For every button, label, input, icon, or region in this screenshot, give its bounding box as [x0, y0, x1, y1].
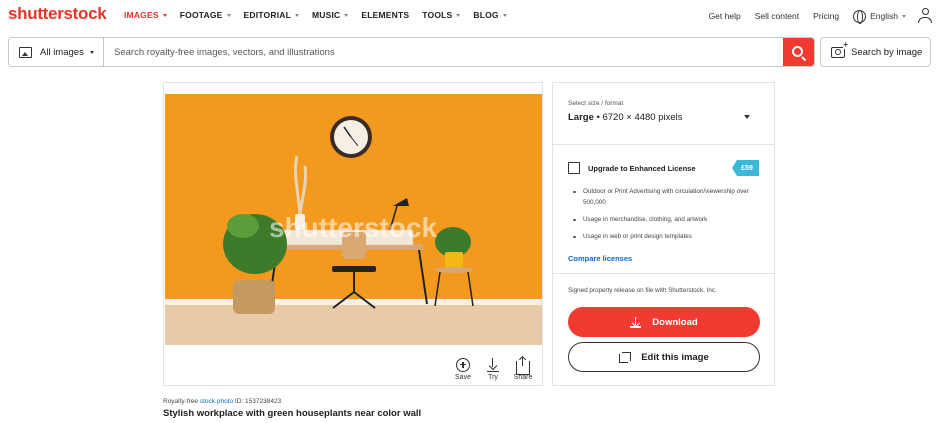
nav-item-tools[interactable]: TOOLS: [422, 10, 461, 20]
stock-photo-illustration: shutterstock: [165, 94, 542, 345]
pricing-link[interactable]: Pricing: [813, 11, 839, 21]
chevron-down-icon: [89, 50, 94, 54]
benefit-item: Usage in web or print design templates: [573, 231, 758, 242]
nav-item-images[interactable]: IMAGES: [124, 10, 167, 20]
download-icon-base: [630, 326, 642, 328]
enhanced-license-checkbox[interactable]: [568, 162, 580, 174]
edit-label: Edit this image: [641, 351, 709, 363]
language-label: English: [870, 11, 898, 21]
image-title: Stylish workplace with green houseplants…: [163, 408, 422, 419]
shutterstock-logo[interactable]: shutterstock: [8, 4, 107, 24]
nav-item-elements-label: ELEMENTS: [361, 10, 410, 20]
size-detail: • 6720 × 4480 pixels: [593, 112, 683, 123]
language-selector[interactable]: English: [853, 9, 906, 24]
save-label: Save: [455, 374, 471, 381]
search-icon: [792, 45, 803, 57]
chevron-down-icon: [502, 13, 507, 17]
baseboard: [165, 299, 542, 305]
nav-item-music-label: MUSIC: [311, 10, 341, 20]
search-button[interactable]: [783, 38, 814, 66]
account-icon-body: [918, 17, 932, 23]
nav-item-tools-label: TOOLS: [422, 10, 453, 20]
chevron-down-icon[interactable]: [744, 115, 750, 119]
get-help-link[interactable]: Get help: [709, 11, 741, 21]
top-navigation: shutterstock IMAGES FOOTAGE EDITORIAL MU…: [0, 0, 940, 30]
divider: [553, 273, 774, 274]
globe-icon: [853, 9, 867, 24]
nav-item-footage-label: FOOTAGE: [179, 10, 223, 20]
wicker-basket: [233, 280, 275, 314]
chevron-down-icon: [294, 13, 299, 17]
chevron-down-icon: [226, 13, 231, 17]
chair-seat: [332, 266, 376, 272]
crop-icon: [619, 351, 632, 363]
image-meta: Royalty-free stock photo ID: 1537238423: [163, 398, 281, 405]
price-badge: £59: [732, 160, 759, 176]
chevron-down-icon: [344, 13, 349, 17]
nav-item-editorial[interactable]: EDITORIAL: [244, 10, 299, 20]
share-label: Share: [513, 374, 533, 381]
stock-photo[interactable]: shutterstock: [165, 94, 542, 345]
compare-licenses-link[interactable]: Compare licenses: [568, 254, 632, 263]
yellow-pot: [445, 252, 463, 268]
divider: [553, 144, 774, 145]
enhanced-license-label[interactable]: Upgrade to Enhanced License: [588, 164, 696, 173]
nav-item-editorial-label: EDITORIAL: [243, 10, 291, 20]
add-circle-icon: [456, 358, 470, 372]
image-actions: Save Try Share: [448, 356, 538, 381]
chevron-down-icon: [902, 14, 906, 18]
license-benefits-list: Outdoor or Print Advertising with circul…: [573, 186, 758, 248]
download-icon: [630, 316, 642, 328]
try-button[interactable]: Try: [478, 358, 508, 381]
benefit-item: Outdoor or Print Advertising with circul…: [573, 186, 758, 208]
purchase-panel: Select size / format Large • 6720 × 4480…: [552, 82, 775, 386]
image-icon: [19, 46, 32, 58]
watermark-text: shutterstock: [269, 212, 437, 243]
utility-menu: Get help Sell content Pricing English: [695, 8, 932, 24]
search-input[interactable]: [104, 38, 783, 66]
property-release-note: Signed property release on file with Shu…: [568, 287, 717, 294]
camera-icon: [831, 40, 848, 58]
meta-prefix: Royalty-free: [163, 398, 199, 405]
image-id: ID: 1537238423: [234, 398, 282, 405]
nav-item-blog[interactable]: BLOG: [473, 10, 507, 20]
plant-leaves-left-highlight: [227, 214, 259, 238]
nav-item-images-label: IMAGES: [124, 10, 159, 20]
size-name: Large: [568, 112, 594, 123]
share-button[interactable]: Share: [508, 356, 538, 381]
edit-image-button[interactable]: Edit this image: [568, 342, 760, 372]
download-label: Download: [652, 316, 698, 328]
download-icon-base: [487, 370, 499, 372]
size-selector[interactable]: Large • 6720 × 4480 pixels: [568, 112, 683, 123]
download-button[interactable]: Download: [568, 307, 760, 337]
search-bar: All images: [8, 37, 815, 67]
chevron-down-icon: [456, 13, 461, 17]
main-menu: IMAGES FOOTAGE EDITORIAL MUSIC ELEMENTS …: [124, 10, 520, 20]
image-preview-card: shutterstock Save Try Share: [163, 82, 543, 386]
account-icon[interactable]: [918, 8, 932, 24]
sell-content-link[interactable]: Sell content: [755, 11, 799, 21]
save-button[interactable]: Save: [448, 358, 478, 381]
floor: [165, 305, 542, 345]
chevron-down-icon: [162, 13, 167, 17]
nav-item-footage[interactable]: FOOTAGE: [180, 10, 231, 20]
nav-item-music[interactable]: MUSIC: [311, 10, 349, 20]
account-icon-head: [921, 8, 929, 15]
nav-item-elements[interactable]: ELEMENTS: [361, 10, 409, 20]
stock-photo-link[interactable]: stock photo: [200, 398, 233, 405]
size-format-label: Select size / format: [568, 100, 624, 107]
search-type-dropdown[interactable]: All images: [9, 38, 104, 66]
search-by-image-label: Search by image: [851, 46, 923, 58]
benefit-item: Usage in merchandise, clothing, and artw…: [573, 214, 758, 225]
nav-item-blog-label: BLOG: [473, 10, 499, 20]
search-type-label: All images: [40, 46, 84, 58]
try-label: Try: [488, 374, 498, 381]
share-icon: [516, 356, 530, 375]
search-by-image-button[interactable]: Search by image: [820, 37, 931, 67]
download-icon: [486, 358, 500, 372]
